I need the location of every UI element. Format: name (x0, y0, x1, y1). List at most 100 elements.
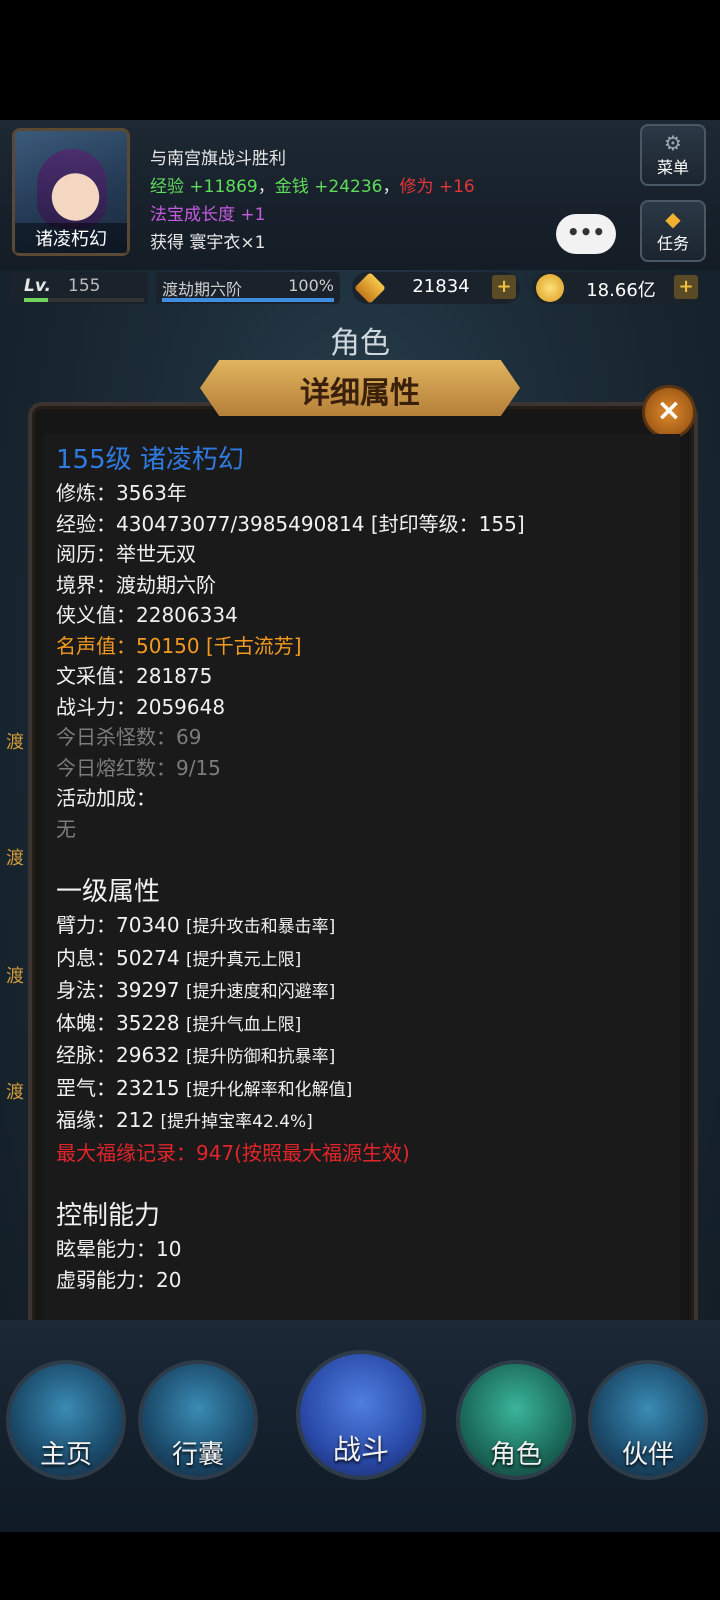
gem-value: 21834 (412, 276, 470, 297)
control-line: 虚弱能力：20 (56, 1267, 182, 1292)
attr-value: 体魄：35228 (56, 1010, 186, 1035)
battle-result: 与南宫旗战斗胜利 (150, 149, 286, 169)
status-bar: Lv. 155 渡劫期六阶 100% 21834 + 18.66亿 + (0, 272, 720, 308)
nav-label: 伙伴 (621, 1440, 674, 1470)
activity-value: 无 (56, 816, 76, 841)
attr-value: 经脉：29632 (56, 1043, 186, 1067)
page-title: 角色 (330, 326, 390, 361)
character-name: 155级 诸凌朽幻 (56, 445, 244, 475)
exp-label: 经验 (150, 177, 184, 197)
control-line: 眩晕能力：10 (56, 1237, 182, 1261)
stat-line: 修炼：3563年 (56, 481, 187, 505)
nav-battle[interactable]: 战斗 (296, 1350, 426, 1480)
fame-line: 名声值：50150 [千古流芳] (56, 633, 302, 658)
treasure-line: 法宝成长度 +1 (150, 201, 475, 229)
attr-desc: [提升攻击和暴击率] (185, 917, 336, 937)
attr-value: 臂力：70340 (56, 913, 186, 937)
attr-desc: [提升速度和闪避率] (185, 982, 336, 1002)
reward-line: 经验 +11869，金钱 +24236，修为 +16 (150, 173, 475, 201)
bg-label: 渡 (6, 848, 24, 869)
nav-label: 行囊 (171, 1440, 224, 1470)
battle-log: 与南宫旗战斗胜利 经验 +11869，金钱 +24236，修为 +16 法宝成长… (150, 145, 475, 257)
attr-desc: [提升真元上限] (185, 949, 302, 970)
treasure-label: 法宝成长度 (150, 205, 235, 225)
daily-stat-line: 今日杀怪数：69 (56, 725, 202, 749)
nav-character[interactable]: 角色 (456, 1360, 576, 1480)
gold-coin-icon (536, 274, 564, 302)
nav-home[interactable]: 主页 (6, 1360, 126, 1480)
player-avatar[interactable]: 诸凌朽幻 (12, 128, 130, 256)
realm-name: 渡劫期六阶 (162, 280, 243, 299)
avatar-name: 诸凌朽幻 (15, 223, 127, 253)
task-button[interactable]: ◆ 任务 (640, 200, 706, 262)
stat-line: 境界：渡劫期六阶 (56, 572, 216, 597)
cultivation-value: +16 (438, 177, 475, 197)
attr-line: 体魄：35228 [提升气血上限] (56, 1008, 680, 1041)
bottom-nav: 主页 行囊 战斗 角色 伙伴 (0, 1320, 720, 1532)
level-value: 155 (68, 276, 101, 296)
realm-progress (162, 298, 334, 302)
attr-value: 福缘：212 (56, 1108, 161, 1132)
attr-desc: [提升防御和抗暴率] (185, 1047, 336, 1067)
daily-stat-line: 今日熔红数：9/15 (56, 755, 221, 780)
stat-line: 经验：430473077/3985490814 [封印等级：155] (56, 511, 525, 536)
realm-percent: 100% (288, 276, 334, 295)
attr-line: 福缘：212 [提升掉宝率42.4%] (56, 1105, 680, 1138)
attr-value: 罡气：23215 (56, 1075, 186, 1100)
gold-currency: 18.66亿 + (532, 272, 702, 304)
gem-plus-button[interactable]: + (492, 275, 516, 299)
attr-value: 身法：39297 (56, 978, 186, 1002)
attr-line: 罡气：23215 [提升化解率和化解值] (56, 1073, 680, 1106)
level-box: Lv. 155 (10, 272, 148, 304)
menu-button[interactable]: ⚙ 菜单 (640, 124, 706, 186)
chat-icon[interactable]: ••• (556, 214, 616, 254)
bg-label: 渡 (6, 966, 24, 987)
attr-desc: [提升气血上限] (185, 1014, 302, 1035)
max-luck-record: 最大福缘记录：947(按照最大福源生效) (56, 1140, 410, 1165)
gold-plus-button[interactable]: + (674, 275, 698, 299)
obtain-line: 获得 寰宇衣×1 (150, 233, 266, 253)
money-value: +24236 (314, 177, 383, 197)
attr-line: 经脉：29632 [提升防御和抗暴率] (56, 1040, 680, 1073)
nav-partner[interactable]: 伙伴 (588, 1360, 708, 1480)
attr-line: 臂力：70340 [提升攻击和暴击率] (56, 910, 680, 943)
nav-label: 战斗 (332, 1433, 389, 1466)
avatar-portrait (37, 149, 107, 229)
task-icon: ◆ (665, 207, 681, 231)
attr-line: 身法：39297 [提升速度和闪避率] (56, 975, 680, 1008)
level-label: Lv. (24, 276, 51, 296)
cultivation-label: 修为 (399, 177, 434, 197)
stat-line: 侠义值：22806334 (56, 603, 238, 627)
activity-label: 活动加成： (56, 786, 156, 810)
realm-box: 渡劫期六阶 100% (156, 272, 340, 304)
gold-value: 18.66亿 (586, 280, 656, 301)
game-screen: 诸凌朽幻 与南宫旗战斗胜利 经验 +11869，金钱 +24236，修为 +16… (0, 120, 720, 1532)
attr-desc: [提升化解率和化解值] (185, 1079, 353, 1100)
separator: ， (382, 177, 400, 197)
money-label: 金钱 (274, 177, 309, 197)
section-title-primary-attrs: 一级属性 (56, 877, 161, 907)
section-title-control: 控制能力 (56, 1201, 161, 1231)
nav-label: 主页 (39, 1440, 92, 1470)
attr-desc: [提升掉宝率42.4%] (160, 1112, 313, 1132)
detail-panel[interactable]: 155级 诸凌朽幻 修炼：3563年 经验：430473077/39854908… (44, 434, 680, 1418)
treasure-value: +1 (240, 205, 266, 225)
separator: ， (257, 177, 275, 197)
top-header: 诸凌朽幻 与南宫旗战斗胜利 经验 +11869，金钱 +24236，修为 +16… (0, 120, 720, 304)
exp-value: +11869 (189, 177, 258, 197)
stat-line: 阅历：举世无双 (56, 542, 196, 566)
gem-currency: 21834 + (352, 272, 520, 304)
panel-title: 详细属性 (300, 376, 420, 411)
level-progress (24, 298, 144, 302)
task-label: 任务 (656, 234, 689, 253)
nav-bag[interactable]: 行囊 (138, 1360, 258, 1480)
menu-label: 菜单 (656, 158, 689, 177)
nav-label: 角色 (489, 1440, 542, 1470)
close-button[interactable]: × (642, 385, 696, 439)
bg-label: 渡 (6, 1082, 24, 1103)
stat-line: 文采值：281875 (56, 664, 213, 688)
attr-value: 内息：50274 (56, 945, 186, 970)
gem-icon (354, 272, 386, 304)
bg-label: 渡 (6, 732, 24, 753)
stat-line: 战斗力：2059648 (56, 694, 226, 719)
